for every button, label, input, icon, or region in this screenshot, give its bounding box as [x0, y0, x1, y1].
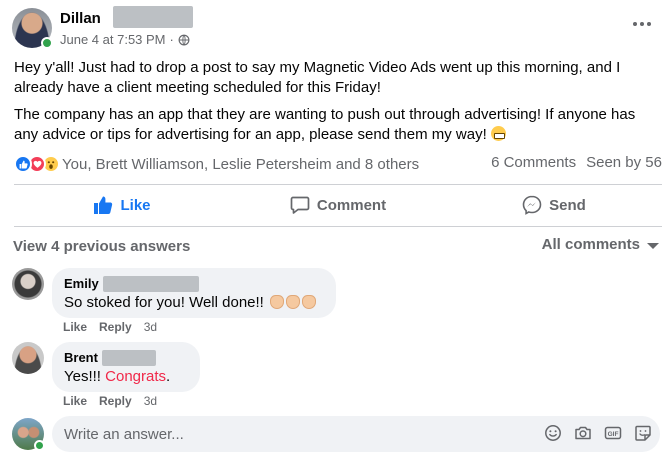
svg-text:GIF: GIF	[608, 431, 619, 438]
caret-down-icon	[647, 242, 659, 249]
composer-tools: GIF	[544, 424, 652, 442]
comment-timestamp[interactable]: 3d	[144, 320, 157, 334]
camera-icon[interactable]	[574, 424, 592, 442]
meta-separator: ·	[169, 32, 174, 47]
like-button[interactable]: Like	[14, 187, 230, 223]
post-timestamp[interactable]: June 4 at 7:53 PM	[60, 32, 166, 47]
avatar[interactable]	[12, 268, 44, 300]
comment-icon	[290, 196, 310, 214]
comment-bubble: Emily So stoked for you! Well done!!	[52, 268, 336, 318]
send-button-label: Send	[549, 196, 586, 214]
author-name[interactable]: Dillan	[60, 10, 101, 27]
more-options-button[interactable]	[630, 14, 654, 34]
comments-bar: View 4 previous answers All comments	[13, 236, 659, 258]
comment-actions: Like Reply 3d	[63, 394, 157, 408]
redacted-surname	[102, 276, 199, 292]
comment-actions: Like Reply 3d	[63, 320, 157, 334]
reaction-icons[interactable]	[14, 155, 60, 173]
like-button-label: Like	[120, 196, 151, 214]
avatar[interactable]	[12, 342, 44, 374]
reactions-counts: 6 Comments Seen by 56	[491, 154, 662, 171]
comment-reply-link[interactable]: Reply	[99, 320, 132, 334]
author-avatar-wrap[interactable]	[12, 8, 53, 49]
comment-text-prefix: Yes!!!	[64, 368, 106, 385]
comment-text-body: So stoked for you! Well done!!	[64, 294, 264, 311]
sticker-icon[interactable]	[634, 424, 652, 442]
comment-button-label: Comment	[316, 196, 387, 214]
post-paragraph-2-text: The company has an app that they are wan…	[14, 106, 636, 143]
online-status-dot	[34, 440, 45, 451]
like-reaction-icon	[14, 155, 32, 173]
redacted-surname	[101, 350, 156, 366]
seen-by-count[interactable]: Seen by 56	[586, 154, 662, 171]
view-previous-comments-link[interactable]: View 4 previous answers	[13, 238, 190, 255]
composer-avatar-wrap[interactable]	[12, 418, 45, 451]
reactions-summary[interactable]: You, Brett Williamson, Leslie Petersheim…	[62, 156, 419, 173]
commenter-first-name[interactable]: Emily	[64, 276, 99, 292]
post-body: Hey y'all! Just had to drop a post to sa…	[14, 58, 662, 152]
grinning-emoji-icon	[490, 126, 506, 141]
comment-like-link[interactable]: Like	[63, 320, 87, 334]
clapping-hands-icon	[286, 295, 301, 309]
comment-reply-link[interactable]: Reply	[99, 394, 132, 408]
post-actions: Like Comment Send	[14, 187, 662, 223]
post-header: Dillan June 4 at 7:53 PM ·	[12, 6, 660, 52]
gif-icon[interactable]: GIF	[604, 424, 622, 442]
messenger-icon	[522, 195, 542, 215]
post-paragraph-2: The company has an app that they are wan…	[14, 105, 662, 145]
reactions-row: You, Brett Williamson, Leslie Petersheim…	[14, 154, 662, 174]
clapping-hands-icon	[302, 295, 317, 309]
emoji-icon[interactable]	[544, 424, 562, 442]
send-button[interactable]: Send	[446, 187, 662, 223]
thumbs-up-icon	[94, 196, 113, 214]
comment-sort-dropdown[interactable]: All comments	[542, 236, 659, 253]
commenter-name[interactable]: Emily	[64, 276, 324, 292]
globe-icon[interactable]	[178, 34, 190, 46]
divider	[14, 184, 662, 185]
post-meta: June 4 at 7:53 PM ·	[60, 32, 190, 47]
tagged-word-link[interactable]: Congrats	[105, 368, 166, 385]
comment-like-link[interactable]: Like	[63, 394, 87, 408]
commenter-first-name[interactable]: Brent	[64, 350, 98, 366]
comment-text: So stoked for you! Well done!!	[64, 293, 324, 313]
comment-composer: GIF	[12, 416, 660, 452]
commenter-name[interactable]: Brent	[64, 350, 188, 366]
comment-text-suffix: .	[166, 368, 171, 385]
more-dot-icon	[640, 22, 644, 26]
divider	[14, 226, 662, 227]
more-dot-icon	[647, 22, 651, 26]
redacted-surname	[113, 6, 193, 28]
comments-count[interactable]: 6 Comments	[491, 154, 576, 171]
comment-timestamp[interactable]: 3d	[144, 394, 157, 408]
more-dot-icon	[633, 22, 637, 26]
comment-text: Yes!!! Congrats.	[64, 367, 188, 387]
online-status-dot	[41, 37, 53, 49]
post-paragraph-1: Hey y'all! Just had to drop a post to sa…	[14, 59, 621, 96]
clapping-hands-icon	[270, 295, 285, 309]
comment-sort-label: All comments	[541, 236, 640, 253]
comment-bubble: Brent Yes!!! Congrats.	[52, 342, 200, 392]
comment-button[interactable]: Comment	[230, 187, 446, 223]
